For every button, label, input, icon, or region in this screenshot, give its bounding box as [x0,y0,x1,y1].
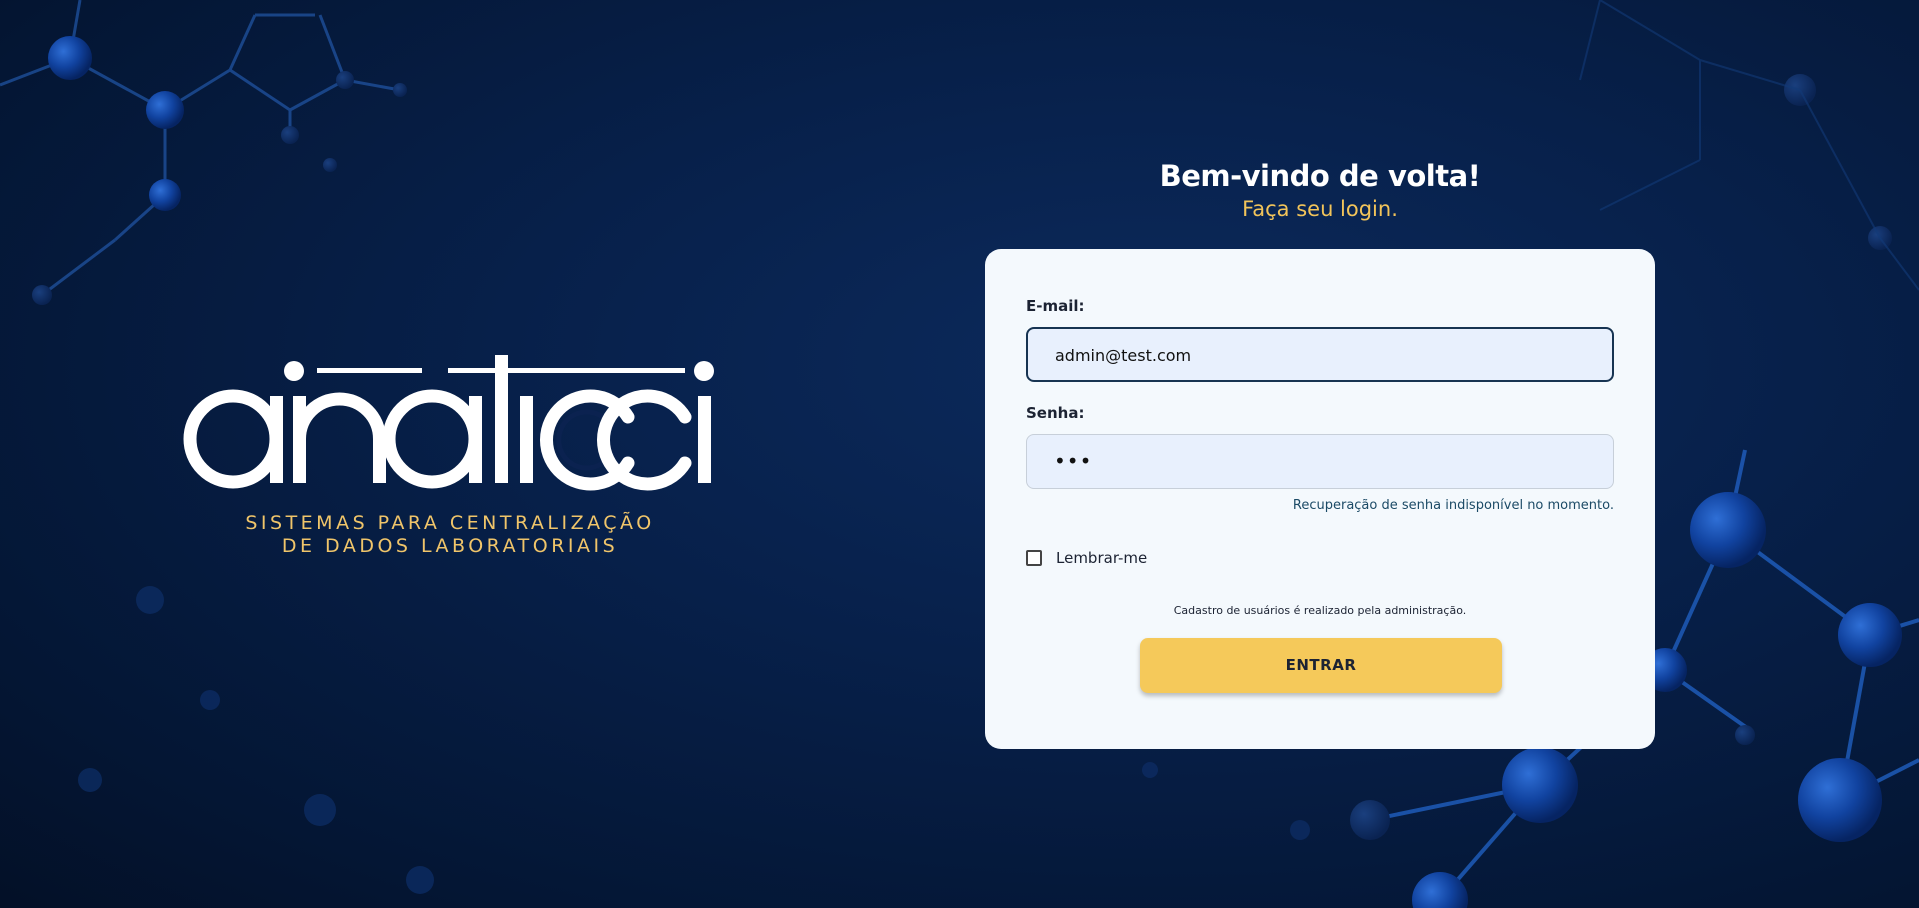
brand-tagline-line1: SISTEMAS PARA CENTRALIZAÇÃO [245,512,655,534]
password-field[interactable]: ••• [1026,434,1614,489]
brand-tagline-line2: DE DADOS LABORATORIAIS [281,535,619,557]
login-card: E-mail: admin@test.com Senha: ••• Recupe… [985,249,1655,749]
welcome-header: Bem-vindo de volta! Faça seu login. [985,158,1655,224]
email-field[interactable]: admin@test.com [1026,327,1614,382]
password-recovery-note: Recuperação de senha indisponível no mom… [1292,498,1614,513]
remember-me[interactable]: Lembrar-me [1026,549,1147,567]
welcome-title: Bem-vindo de volta! [1159,159,1481,193]
brand-tagline: SISTEMAS PARA CENTRALIZAÇÃO DE DADOS LAB… [180,512,720,558]
registration-note: Cadastro de usuários é realizado pela ad… [1173,604,1467,617]
remember-me-label[interactable]: Lembrar-me [1056,549,1147,567]
welcome-subtitle: Faça seu login. [1242,197,1398,221]
password-label: Senha: [1026,404,1085,422]
email-label: E-mail: [1026,297,1085,315]
login-button[interactable]: ENTRAR [1140,638,1502,693]
remember-me-checkbox[interactable] [1026,550,1042,566]
analicci-logo-wordmark [183,355,714,491]
brand-logo: SISTEMAS PARA CENTRALIZAÇÃO DE DADOS LAB… [180,355,720,558]
